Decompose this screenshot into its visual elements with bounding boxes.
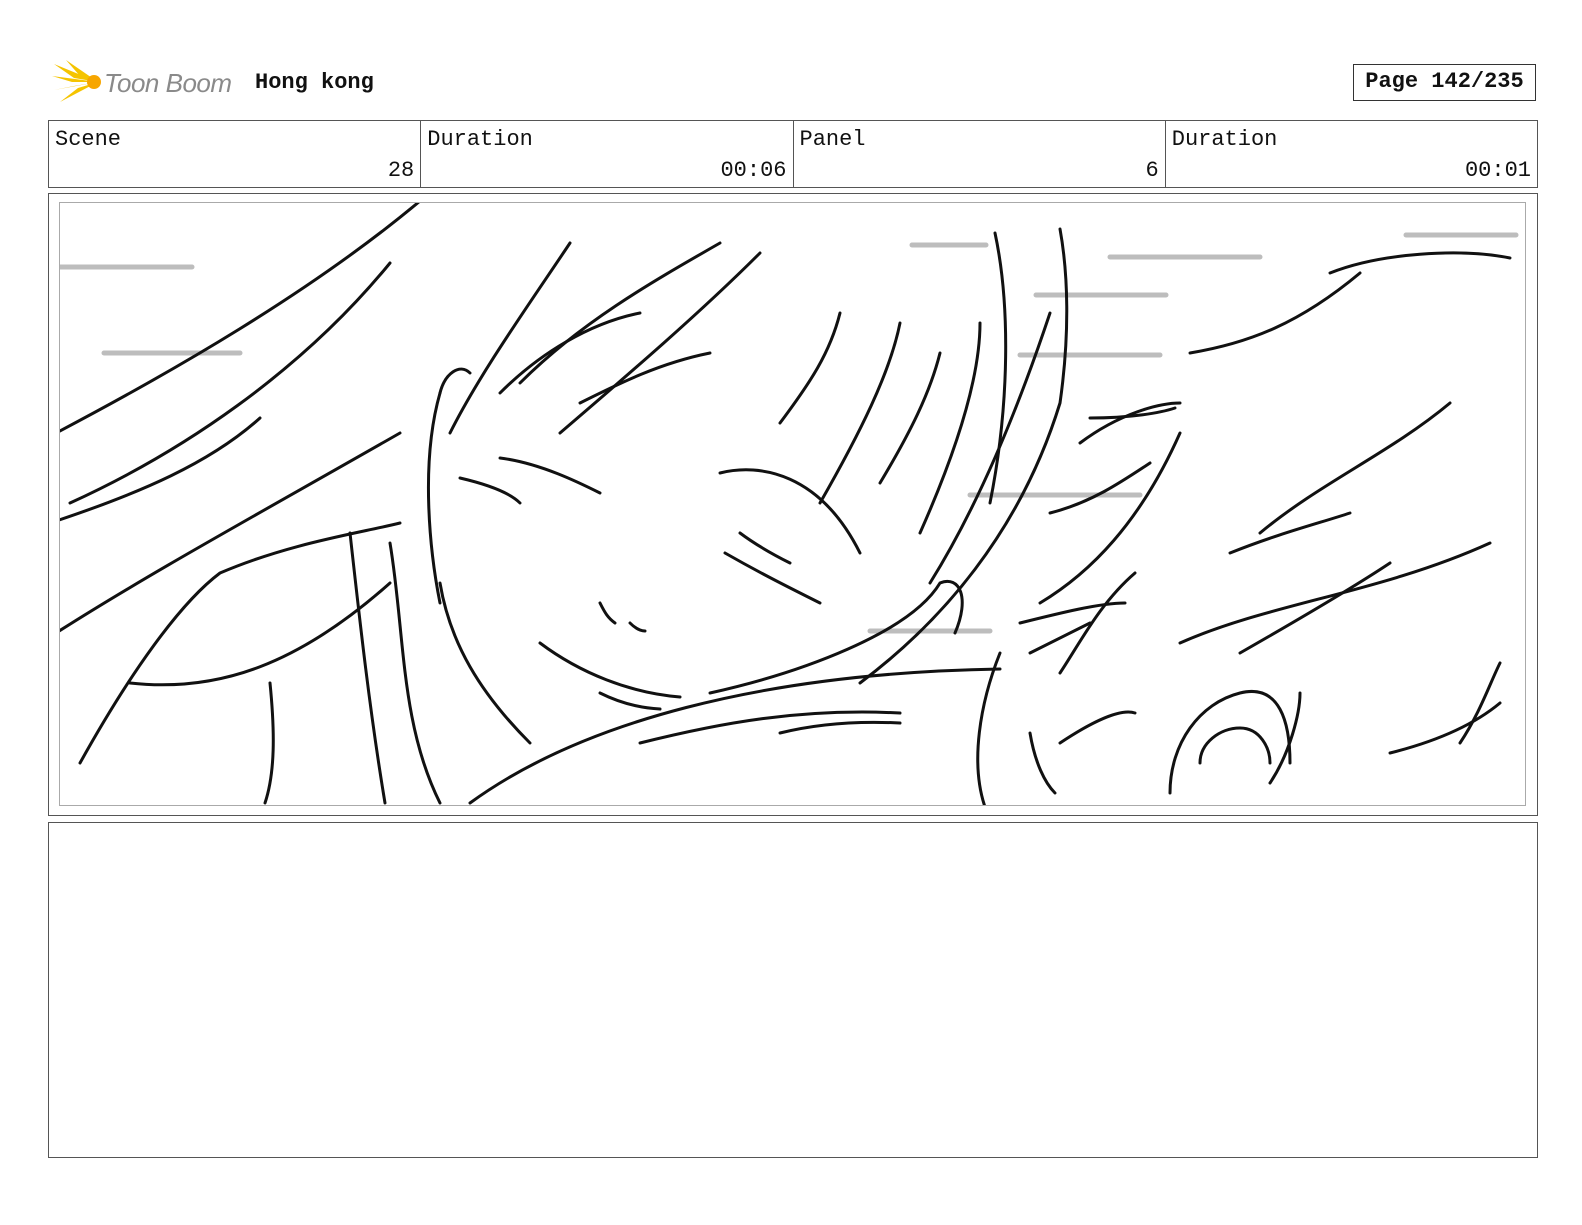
scene-value: 28 — [387, 158, 415, 183]
toon-boom-logo: Toon Boom — [52, 58, 242, 106]
panel-notes-box — [48, 822, 1538, 1158]
panel-drawing-area — [59, 202, 1526, 806]
panel-duration-label: Duration — [1171, 127, 1278, 152]
scene-label: Scene — [55, 127, 122, 152]
sketch-strokes — [60, 203, 1512, 805]
project-title: Hong kong — [255, 70, 374, 95]
sketch-drawing — [60, 203, 1519, 805]
scene-duration-cell: Duration 00:06 — [421, 121, 794, 187]
panel-label: Panel — [799, 127, 866, 152]
panel-value: 6 — [1145, 158, 1159, 183]
panel-cell: Panel 6 — [794, 121, 1166, 187]
brand-name: Toon Boom — [104, 68, 232, 98]
scene-cell: Scene 28 — [49, 121, 422, 187]
starburst-icon — [52, 60, 101, 102]
page-indicator: Page 142/235 — [1353, 64, 1536, 101]
storyboard-panel — [48, 193, 1538, 816]
panel-duration-value: 00:01 — [1464, 158, 1531, 183]
motion-lines — [60, 232, 1519, 634]
scene-duration-label: Duration — [427, 127, 533, 152]
panel-info-bar: Scene 28 Duration 00:06 Panel 6 Duration… — [48, 120, 1538, 188]
panel-duration-cell: Duration 00:01 — [1166, 121, 1537, 187]
scene-duration-value: 00:06 — [720, 158, 787, 183]
